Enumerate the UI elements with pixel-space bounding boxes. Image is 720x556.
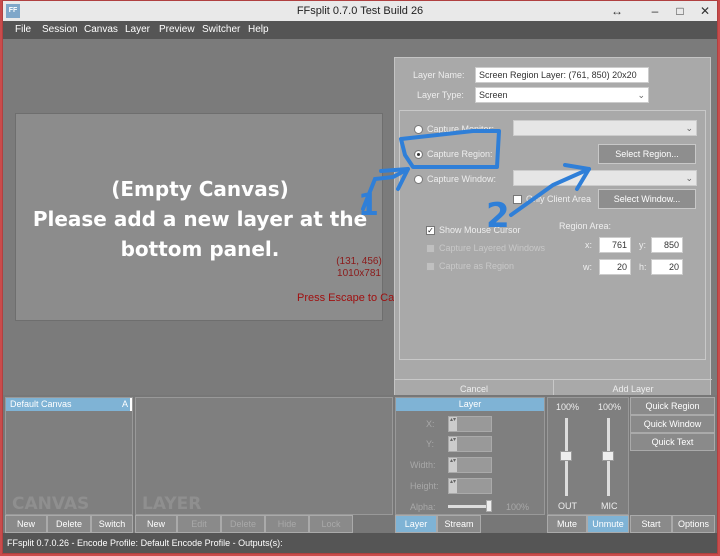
- bottom-panel: Default Canvas A CANVAS New Delete Switc…: [3, 395, 717, 533]
- annotation-overlay: 1 2: [358, 129, 591, 236]
- tab-layer[interactable]: Layer: [395, 515, 437, 533]
- prop-width-label: Width:: [410, 460, 436, 470]
- start-button[interactable]: Start: [630, 515, 672, 533]
- layer-properties: Layer X: ▴▾ Y: ▴▾ Width: ▴▾ Height: ▴▾ A…: [395, 397, 545, 515]
- menu-bar: File Session Canvas Layer Preview Switch…: [3, 21, 717, 39]
- quick-window-button[interactable]: Quick Window: [630, 415, 715, 433]
- region-highlight-box: [399, 129, 501, 169]
- prop-height-label: Height:: [410, 481, 439, 491]
- prop-alpha-value: 100%: [506, 502, 530, 512]
- out-slider-handle[interactable]: [560, 451, 572, 461]
- close-button[interactable]: ✕: [693, 1, 717, 21]
- mic-slider-handle[interactable]: [602, 451, 614, 461]
- maximize-button[interactable]: □: [669, 1, 691, 21]
- canvas-list-item[interactable]: Default Canvas A: [6, 398, 132, 411]
- spinner-icon: ▴▾: [449, 458, 457, 472]
- prop-x-input[interactable]: ▴▾: [448, 416, 492, 432]
- arrow-two-icon: [509, 167, 591, 217]
- menu-help[interactable]: Help: [248, 24, 269, 35]
- prop-height-input[interactable]: ▴▾: [448, 478, 492, 494]
- options-button[interactable]: Options: [672, 515, 715, 533]
- annotation-one: 1: [358, 188, 379, 223]
- tab-stream[interactable]: Stream: [437, 515, 481, 533]
- quick-region-button[interactable]: Quick Region: [630, 397, 715, 415]
- preview-area: (Empty Canvas) Please add a new layer at…: [3, 39, 717, 413]
- canvas-watermark: CANVAS: [12, 494, 90, 514]
- prop-alpha-label: Alpha:: [410, 502, 436, 512]
- properties-header: Layer: [396, 398, 544, 411]
- menu-switcher[interactable]: Switcher: [202, 24, 240, 35]
- annotation-two: 2: [486, 196, 510, 236]
- menu-session[interactable]: Session: [42, 24, 78, 35]
- switch-canvas-button[interactable]: Switch: [91, 515, 133, 533]
- spinner-icon: ▴▾: [449, 437, 457, 451]
- prop-y-input[interactable]: ▴▾: [448, 436, 492, 452]
- layer-list: LAYER: [135, 397, 393, 515]
- out-level: 100%: [556, 402, 580, 412]
- prop-y-label: Y:: [426, 439, 435, 449]
- spinner-icon: ▴▾: [449, 479, 457, 493]
- new-canvas-button[interactable]: New: [5, 515, 47, 533]
- menu-file[interactable]: File: [15, 24, 31, 35]
- minimize-button[interactable]: –: [643, 1, 667, 21]
- status-bar: FFsplit 0.7.0.26 - Encode Profile: Defau…: [3, 533, 717, 553]
- prop-width-input[interactable]: ▴▾: [448, 457, 492, 473]
- delete-layer-button[interactable]: Delete: [221, 515, 265, 533]
- resize-icon: ↔: [611, 4, 623, 18]
- menu-preview[interactable]: Preview: [159, 24, 195, 35]
- out-label: OUT: [558, 501, 577, 511]
- canvas-list: Default Canvas A CANVAS: [5, 397, 133, 515]
- layer-watermark: LAYER: [142, 494, 202, 514]
- new-layer-button[interactable]: New: [135, 515, 177, 533]
- prop-x-label: X:: [426, 419, 435, 429]
- lock-layer-button[interactable]: Lock: [309, 515, 353, 533]
- alpha-slider-handle[interactable]: [486, 500, 492, 512]
- quick-text-button[interactable]: Quick Text: [630, 433, 715, 451]
- spinner-icon: ▴▾: [449, 417, 457, 431]
- canvas-item-label: Default Canvas: [10, 399, 72, 409]
- delete-canvas-button[interactable]: Delete: [47, 515, 91, 533]
- audio-mixer: 100% 100% OUT MIC: [547, 397, 629, 515]
- menu-layer[interactable]: Layer: [125, 24, 150, 35]
- mute-button[interactable]: Mute: [547, 515, 587, 533]
- canvas-item-cursor: [130, 398, 132, 411]
- app-window: FF FFsplit 0.7.0 Test Build 26 ↔ – □ ✕ F…: [2, 0, 718, 554]
- mic-label: MIC: [601, 501, 618, 511]
- edit-layer-button[interactable]: Edit: [177, 515, 221, 533]
- unmute-button[interactable]: Unmute: [587, 515, 629, 533]
- mic-level: 100%: [598, 402, 622, 412]
- title-bar: FF FFsplit 0.7.0 Test Build 26 ↔ – □ ✕: [3, 1, 717, 21]
- menu-canvas[interactable]: Canvas: [84, 24, 118, 35]
- hide-layer-button[interactable]: Hide: [265, 515, 309, 533]
- canvas-item-badge: A: [122, 399, 129, 409]
